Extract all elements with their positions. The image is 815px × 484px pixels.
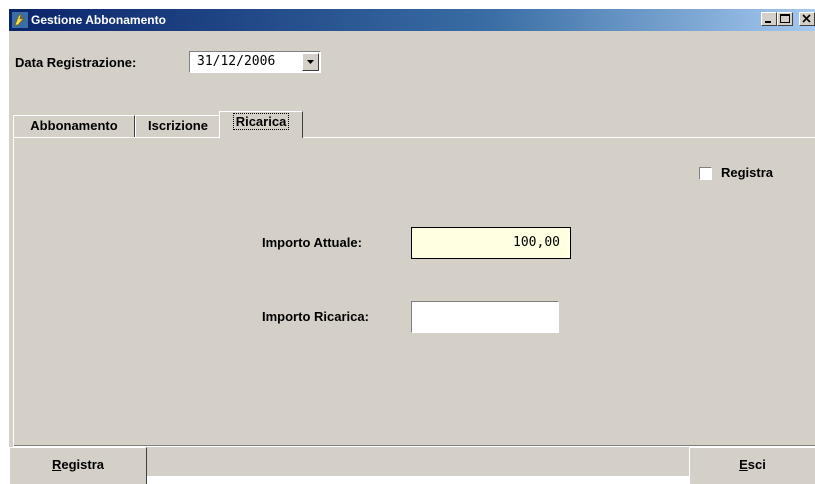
tab-abbonamento[interactable]: Abbonamento xyxy=(13,115,135,137)
chevron-down-icon xyxy=(307,60,314,64)
tab-ricarica[interactable]: Ricarica xyxy=(219,111,303,138)
window-title: Gestione Abbonamento xyxy=(31,13,166,27)
minimize-icon xyxy=(765,21,771,23)
title-bar[interactable]: Gestione Abbonamento xyxy=(9,9,815,31)
tab-abbonamento-label: Abbonamento xyxy=(30,118,118,133)
app-window: Gestione Abbonamento Data Registrazione:… xyxy=(8,8,815,484)
maximize-button[interactable] xyxy=(777,12,793,26)
tab-iscrizione-label: Iscrizione xyxy=(148,118,208,133)
ricarica-panel xyxy=(13,137,815,446)
close-icon xyxy=(802,14,811,23)
registra-button-label: egistra xyxy=(61,457,105,472)
tab-ricarica-label: Ricarica xyxy=(232,113,290,130)
date-value: 31/12/2006 xyxy=(197,54,276,69)
date-label: Data Registrazione: xyxy=(15,55,137,70)
registra-button[interactable]: Registra xyxy=(9,447,147,484)
tab-iscrizione[interactable]: Iscrizione xyxy=(135,115,221,137)
date-dropdown-button[interactable] xyxy=(302,53,319,71)
app-icon xyxy=(12,12,28,28)
esci-mnemonic: E xyxy=(739,457,748,472)
maximize-icon xyxy=(780,14,790,23)
minimize-button[interactable] xyxy=(761,12,777,26)
esci-button-label: sci xyxy=(747,457,766,472)
registra-mnemonic: R xyxy=(51,457,62,472)
close-button[interactable] xyxy=(799,12,815,26)
esci-button[interactable]: Esci xyxy=(689,447,815,484)
date-combobox[interactable]: 31/12/2006 xyxy=(189,51,321,73)
